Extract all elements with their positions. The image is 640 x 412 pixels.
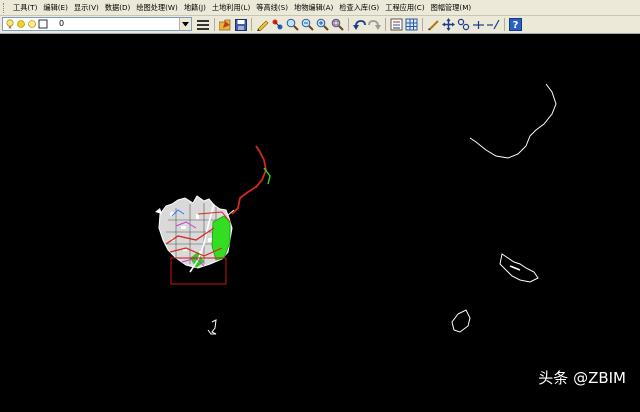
drawing-canvas[interactable]	[0, 34, 640, 408]
island-outline-2	[451, 309, 471, 333]
zoom-realtime-button[interactable]	[285, 17, 300, 32]
zoom-all-button[interactable]	[330, 17, 345, 32]
properties-icon	[390, 18, 403, 31]
island-mark	[509, 265, 521, 271]
save-icon	[234, 18, 247, 31]
rotate-icon	[457, 18, 470, 31]
layer-manager-button[interactable]	[196, 17, 211, 32]
drawing-svg	[155, 83, 557, 335]
open-button[interactable]	[218, 17, 233, 32]
redo-icon	[368, 19, 381, 30]
grid-icon	[405, 18, 418, 31]
undo-button[interactable]	[352, 17, 367, 32]
menu-items: 工具(T) 编辑(E) 显示(V) 数据(D) 绘图处理(W) 地籍(J) 土地…	[10, 0, 474, 16]
layer-name: 0	[59, 19, 65, 28]
pencil-icon	[257, 20, 269, 31]
road-line	[231, 145, 267, 215]
toolbar-separator	[422, 18, 423, 31]
menu-data[interactable]: 数据(D)	[102, 0, 134, 16]
draw-button[interactable]	[426, 17, 441, 32]
toolbar-icons: ?	[196, 17, 523, 32]
zoom-all-icon	[331, 18, 344, 31]
toolbar-separator	[214, 18, 215, 31]
menu-cadastre[interactable]: 地籍(J)	[181, 0, 209, 16]
move-button[interactable]	[441, 17, 456, 32]
menu-engineering[interactable]: 工程应用(C)	[382, 0, 427, 16]
zoom-previous-button[interactable]	[315, 17, 330, 32]
pencil-button[interactable]	[255, 17, 270, 32]
watermark: 头条 @ZBIM	[538, 369, 626, 387]
svg-text:?: ?	[513, 20, 519, 31]
menu-contour[interactable]: 等高线(S)	[253, 0, 291, 16]
zoom-window-icon	[301, 18, 314, 31]
sun-icon[interactable]	[17, 20, 25, 28]
save-button[interactable]	[233, 17, 248, 32]
open-icon	[219, 19, 231, 30]
toolbar-separator	[385, 18, 386, 31]
bulb-icon[interactable]	[6, 19, 14, 29]
menu-draw[interactable]: 绘图处理(W)	[133, 0, 180, 16]
draw-icon	[428, 20, 439, 31]
pan-realtime-icon	[272, 19, 283, 30]
small-feature-1	[155, 208, 162, 214]
island-outline-1	[499, 253, 539, 283]
layer-dropdown-button[interactable]	[179, 18, 191, 30]
menu-feature-edit[interactable]: 地物编辑(A)	[291, 0, 336, 16]
menu-bar: 工具(T) 编辑(E) 显示(V) 数据(D) 绘图处理(W) 地籍(J) 土地…	[0, 0, 640, 16]
toolbar-separator	[504, 18, 505, 31]
polyline-button[interactable]	[486, 17, 501, 32]
menu-tools[interactable]: 工具(T)	[10, 0, 40, 16]
layer-state-icons	[5, 19, 57, 29]
toolbar-separator	[251, 18, 252, 31]
survey-cluster	[158, 195, 233, 285]
zoom-window-button[interactable]	[300, 17, 315, 32]
menu-check[interactable]: 检查入库(G)	[336, 0, 382, 16]
help-button[interactable]: ?	[508, 17, 523, 32]
menu-landuse[interactable]: 土地利用(L)	[209, 0, 253, 16]
menu-display[interactable]: 显示(V)	[71, 0, 102, 16]
boundary-line	[469, 83, 557, 159]
lock-icon[interactable]	[28, 20, 36, 28]
menu-sheet[interactable]: 图幅管理(M)	[428, 0, 475, 16]
layer-dropdown[interactable]: 0	[2, 17, 192, 31]
zoom-previous-icon	[316, 18, 329, 31]
help-icon: ?	[509, 18, 522, 31]
redo-button[interactable]	[367, 17, 382, 32]
toolbar: 0 ?	[0, 16, 640, 34]
move-icon	[442, 18, 455, 31]
menu-grip	[3, 3, 6, 13]
color-swatch-icon[interactable]	[38, 19, 48, 29]
undo-icon	[353, 19, 366, 30]
chevron-down-icon	[182, 21, 189, 26]
layer-manager-icon	[197, 20, 209, 30]
pan-realtime-button[interactable]	[270, 17, 285, 32]
menu-edit[interactable]: 编辑(E)	[40, 0, 71, 16]
properties-button[interactable]	[389, 17, 404, 32]
toolbar-separator	[348, 18, 349, 31]
grid-button[interactable]	[404, 17, 419, 32]
zoom-realtime-icon	[286, 18, 299, 31]
line-button[interactable]	[471, 17, 486, 32]
line-icon	[473, 21, 484, 29]
layer-state-icons-svg	[6, 19, 48, 29]
small-feature-2	[207, 319, 217, 335]
rotate-button[interactable]	[456, 17, 471, 32]
polyline-icon	[487, 19, 500, 30]
